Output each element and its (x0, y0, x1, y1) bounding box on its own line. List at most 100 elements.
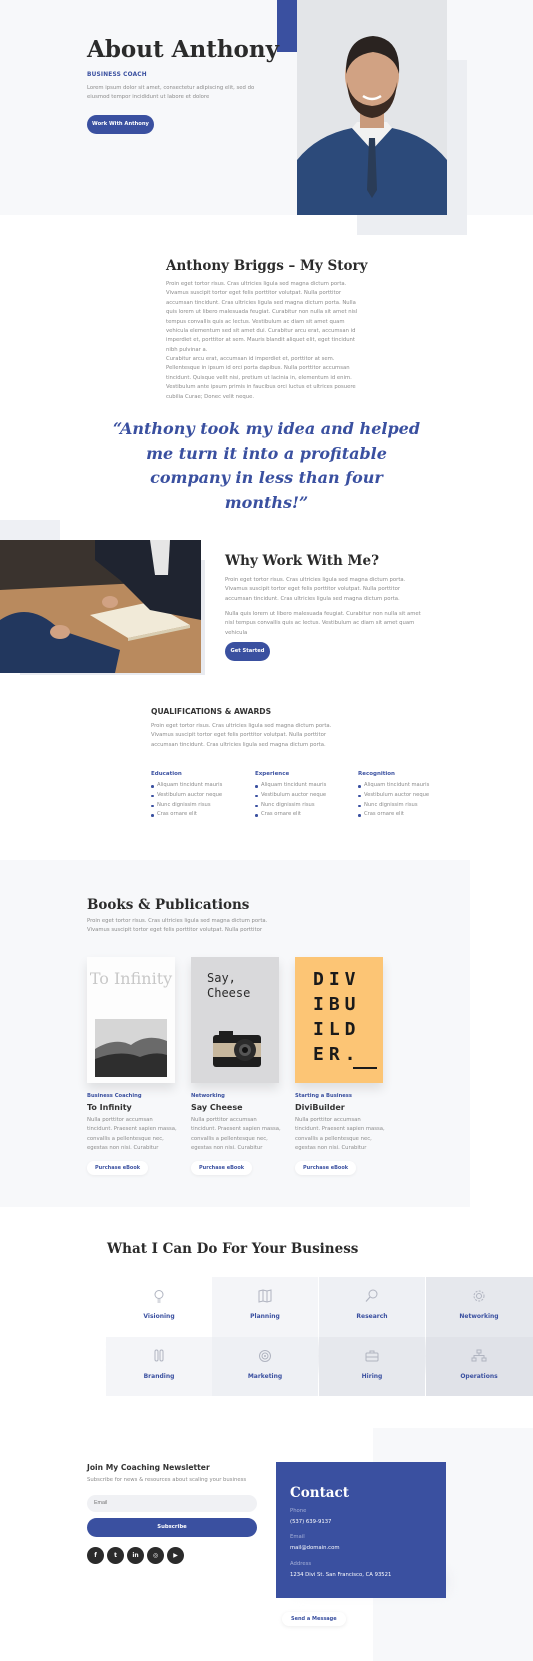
book-title: Say Cheese (191, 1103, 243, 1112)
service-networking[interactable]: Networking (426, 1277, 533, 1337)
address-value: 1234 Divi St. San Francisco, CA 93521 (290, 1572, 392, 1578)
hero-title: About Anthony (87, 36, 279, 63)
book-description: Nulla porttitor accumsan tincidunt. Prae… (191, 1117, 281, 1152)
book-cover-line: IBU (313, 994, 361, 1015)
story-title: Anthony Briggs – My Story (166, 258, 368, 274)
column-heading: Experience (255, 771, 290, 777)
service-label: Planning (250, 1313, 280, 1320)
list-item: Nunc dignissim risus (151, 801, 251, 811)
service-branding[interactable]: Branding (106, 1336, 212, 1396)
hero-description: Lorem ipsum dolor sit amet, consectetur … (87, 85, 255, 101)
book-cover-divibuilder[interactable]: DIV IBU ILD ER. (295, 957, 383, 1083)
hero-subtitle: BUSINESS COACH (87, 72, 147, 78)
book-category: Business Coaching (87, 1093, 142, 1099)
list-item: Aliquam tincidunt mauris (151, 781, 251, 791)
list-item: Cras ornare elit (358, 810, 458, 820)
book-description: Nulla porttitor accumsan tincidunt. Prae… (87, 1117, 177, 1152)
list-item: Vestibulum auctor neque (358, 791, 458, 801)
books-description: Proin eget tortor risus. Cras ultricies … (87, 918, 268, 934)
list-item: Aliquam tincidunt mauris (255, 781, 355, 791)
service-label: Marketing (247, 1372, 283, 1380)
gear-icon (469, 1289, 489, 1303)
column-heading: Education (151, 771, 182, 777)
services-title: What I Can Do For Your Business (107, 1241, 359, 1257)
service-visioning[interactable]: Visioning (106, 1277, 212, 1337)
service-label: Networking (459, 1313, 499, 1320)
service-label: Research (356, 1313, 388, 1320)
instagram-icon[interactable]: ◎ (147, 1547, 164, 1564)
service-research[interactable]: Research (319, 1277, 425, 1337)
services-grid: Visioning Planning Research Networking B… (106, 1277, 533, 1396)
newsletter-description: Subscribe for news & resources about sca… (87, 1477, 247, 1483)
target-icon (255, 1349, 275, 1363)
cover-rule (353, 1067, 377, 1069)
qualifications-title: QUALIFICATIONS & AWARDS (151, 707, 272, 716)
org-chart-icon (469, 1349, 489, 1363)
story-paragraph: Proin eget tortor risus. Cras ultricies … (166, 281, 358, 353)
purchase-ebook-button[interactable]: Purchase eBook (295, 1160, 357, 1175)
book-cover-title: Say, Cheese (207, 971, 251, 1000)
service-label: Visioning (143, 1313, 175, 1320)
book-card-divibuilder: DIV IBU ILD ER. Starting a Business Divi… (295, 957, 385, 1175)
map-icon (255, 1289, 275, 1303)
purchase-ebook-button[interactable]: Purchase eBook (87, 1160, 149, 1175)
list-item: Nunc dignissim risus (255, 801, 355, 811)
book-category: Networking (191, 1093, 225, 1099)
email-label: Email (290, 1534, 305, 1540)
contact-title: Contact (290, 1485, 350, 1501)
youtube-icon[interactable]: ▶ (167, 1547, 184, 1564)
email-value[interactable]: mail@domain.com (290, 1545, 339, 1551)
newsletter-title: Join My Coaching Newsletter (87, 1463, 210, 1472)
book-category: Starting a Business (295, 1093, 352, 1099)
magnifier-icon (362, 1289, 382, 1303)
get-started-button[interactable]: Get Started (225, 642, 270, 661)
testimonial-quote: “Anthony took my idea and helped me turn… (112, 419, 420, 512)
book-cover-line: ILD (313, 1019, 361, 1040)
book-cover-say-cheese[interactable]: Say, Cheese (191, 957, 279, 1083)
why-paragraph: Nulla quis lorem ut libero malesuada feu… (225, 611, 421, 636)
service-marketing[interactable]: Marketing (212, 1336, 318, 1396)
hero-accent-bar (277, 0, 297, 52)
book-cover-to-infinity[interactable]: To Infinity (87, 957, 175, 1083)
qualifications-description: Proin eget tortor risus. Cras ultricies … (151, 723, 332, 748)
subscribe-button[interactable]: Subscribe (87, 1518, 257, 1537)
newsletter-email-input[interactable] (87, 1495, 257, 1512)
book-card-to-infinity: To Infinity Business Coaching To Infinit… (87, 957, 177, 1175)
hero-portrait-photo (297, 0, 447, 215)
list-item: Vestibulum auctor neque (255, 791, 355, 801)
qualifications-column-experience: Experience Aliquam tincidunt mauris Vest… (255, 771, 355, 820)
service-label: Operations (460, 1372, 498, 1380)
phone-value[interactable]: (537) 639-9137 (290, 1519, 331, 1525)
book-description: Nulla porttitor accumsan tincidunt. Prae… (295, 1117, 385, 1152)
phone-label: Phone (290, 1508, 307, 1514)
send-message-button[interactable]: Send a Message (282, 1612, 346, 1626)
list-item: Aliquam tincidunt mauris (358, 781, 458, 791)
column-heading: Recognition (358, 771, 395, 777)
briefcase-icon (362, 1349, 382, 1363)
book-cover-line: ER. (313, 1044, 361, 1065)
book-cover-title: To Infinity (89, 969, 173, 988)
service-label: Hiring (361, 1372, 383, 1380)
why-paragraph: Proin eget tortor risus. Cras ultricies … (225, 577, 406, 602)
service-planning[interactable]: Planning (212, 1277, 318, 1337)
list-item: Vestibulum auctor neque (151, 791, 251, 801)
purchase-ebook-button[interactable]: Purchase eBook (191, 1160, 253, 1175)
service-operations[interactable]: Operations (426, 1336, 533, 1396)
list-item: Cras ornare elit (151, 810, 251, 820)
twitter-icon[interactable]: t (107, 1547, 124, 1564)
linkedin-icon[interactable]: in (127, 1547, 144, 1564)
books-title: Books & Publications (87, 897, 250, 913)
lightbulb-icon (149, 1289, 169, 1303)
tags-icon (149, 1349, 169, 1363)
service-label: Branding (143, 1372, 175, 1380)
service-hiring[interactable]: Hiring (319, 1336, 425, 1396)
book-cover-line: DIV (313, 969, 361, 990)
qualifications-column-education: Education Aliquam tincidunt mauris Vesti… (151, 771, 251, 820)
book-title: To Infinity (87, 1103, 132, 1112)
facebook-icon[interactable]: f (87, 1547, 104, 1564)
work-with-anthony-button[interactable]: Work With Anthony (87, 115, 154, 134)
qualifications-column-recognition: Recognition Aliquam tincidunt mauris Ves… (358, 771, 458, 820)
book-title: DiviBuilder (295, 1103, 345, 1112)
why-title: Why Work With Me? (225, 553, 379, 569)
book-card-say-cheese: Say, Cheese Networking Say Cheese Nulla … (191, 957, 281, 1175)
